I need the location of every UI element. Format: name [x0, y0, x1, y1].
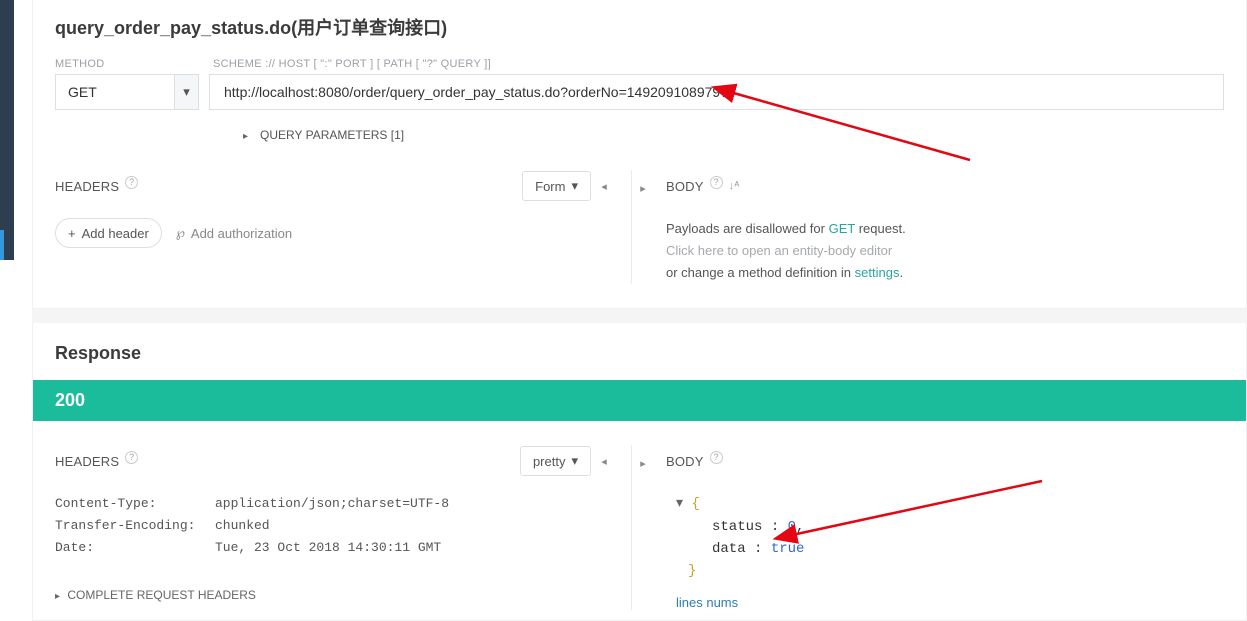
- note-text: or change a method definition in: [666, 265, 855, 280]
- header-row: Date: Tue, 23 Oct 2018 14:30:11 GMT: [55, 537, 613, 559]
- help-icon[interactable]: ?: [125, 451, 138, 464]
- caret-down-icon: ▾: [183, 84, 190, 100]
- url-input[interactable]: [209, 74, 1224, 110]
- body-note: Payloads are disallowed for GET request.…: [666, 218, 1224, 284]
- get-link[interactable]: GET: [829, 221, 856, 236]
- settings-link[interactable]: settings: [855, 265, 900, 280]
- status-code: 200: [33, 380, 1246, 421]
- collapse-left-icon[interactable]: ◂: [595, 447, 613, 475]
- response-panel: Response 200 HEADERS ? pretty ▾ ◂: [32, 323, 1247, 621]
- headers-form-dropdown[interactable]: Form ▾: [522, 171, 591, 201]
- request-headers-column: HEADERS ? Form ▾ ◂ + Add header: [55, 170, 625, 284]
- header-value: application/json;charset=UTF-8: [215, 493, 449, 515]
- header-value: chunked: [215, 515, 270, 537]
- header-key: Date:: [55, 537, 215, 559]
- method-label: METHOD: [55, 58, 213, 70]
- sidebar-strip: [0, 0, 14, 260]
- page-title: query_order_pay_status.do(用户订单查询接口): [33, 0, 1246, 58]
- pretty-label: pretty: [533, 454, 566, 469]
- response-headers-column: HEADERS ? pretty ▾ ◂ Content-Type: appli: [55, 445, 625, 610]
- add-authorization-button[interactable]: ℘ Add authorization: [176, 225, 292, 241]
- request-panel: query_order_pay_status.do(用户订单查询接口) METH…: [32, 0, 1247, 309]
- help-icon[interactable]: ?: [125, 176, 138, 189]
- headers-title: HEADERS: [55, 179, 119, 194]
- add-auth-label: Add authorization: [191, 226, 292, 241]
- query-parameters-label: QUERY PARAMETERS [1]: [260, 128, 404, 142]
- entity-body-editor-link[interactable]: Click here to open an entity-body editor: [666, 240, 1224, 262]
- help-icon[interactable]: ?: [710, 176, 723, 189]
- query-parameters-toggle[interactable]: QUERY PARAMETERS [1]: [33, 110, 1246, 142]
- caret-down-icon: ▾: [571, 178, 578, 194]
- caret-right-icon: [243, 128, 252, 142]
- header-value: Tue, 23 Oct 2018 14:30:11 GMT: [215, 537, 441, 559]
- header-key: Transfer-Encoding:: [55, 515, 215, 537]
- scheme-label: SCHEME :// HOST [ ":" PORT ] [ PATH [ "?…: [213, 58, 491, 70]
- header-row: Transfer-Encoding: chunked: [55, 515, 613, 537]
- json-key: status: [712, 519, 762, 535]
- collapse-right-icon[interactable]: ▸: [634, 449, 652, 477]
- key-icon: ℘: [176, 225, 185, 241]
- response-headers-table: Content-Type: application/json;charset=U…: [55, 493, 613, 559]
- add-header-button[interactable]: + Add header: [55, 218, 162, 248]
- complete-request-headers-toggle[interactable]: COMPLETE REQUEST HEADERS: [55, 588, 613, 602]
- collapse-triangle-icon[interactable]: ▾: [676, 496, 683, 512]
- note-text: .: [899, 265, 903, 280]
- json-value: true: [771, 541, 805, 557]
- response-body-json: ▾ { status : 0, data : true }: [666, 493, 1224, 583]
- response-body-column: ▸ BODY ? ▾ { status : 0, data : true: [631, 445, 1224, 610]
- caret-down-icon: ▾: [571, 453, 578, 469]
- help-icon[interactable]: ?: [710, 451, 723, 464]
- form-label: Form: [535, 179, 565, 194]
- request-body-column: ▸ BODY ? ↓ᴬ Payloads are disallowed for …: [631, 170, 1224, 284]
- json-key: data: [712, 541, 746, 557]
- response-body-title: BODY: [666, 454, 704, 469]
- collapse-left-icon[interactable]: ◂: [595, 172, 613, 200]
- lines-nums-link[interactable]: lines nums: [676, 595, 738, 610]
- add-header-label: Add header: [82, 226, 149, 241]
- method-select[interactable]: GET: [55, 74, 175, 110]
- method-dropdown-caret[interactable]: ▾: [175, 74, 199, 110]
- body-title: BODY: [666, 179, 704, 194]
- response-title: Response: [33, 323, 1246, 380]
- sort-icon[interactable]: ↓ᴬ: [729, 180, 740, 192]
- complete-headers-label: COMPLETE REQUEST HEADERS: [67, 588, 255, 602]
- response-headers-view-dropdown[interactable]: pretty ▾: [520, 446, 591, 476]
- header-key: Content-Type:: [55, 493, 215, 515]
- header-row: Content-Type: application/json;charset=U…: [55, 493, 613, 515]
- note-text: request.: [855, 221, 906, 236]
- collapse-right-icon[interactable]: ▸: [634, 174, 652, 202]
- plus-icon: +: [68, 226, 76, 241]
- note-text: Payloads are disallowed for: [666, 221, 829, 236]
- response-headers-title: HEADERS: [55, 454, 119, 469]
- json-value: 0: [788, 519, 796, 535]
